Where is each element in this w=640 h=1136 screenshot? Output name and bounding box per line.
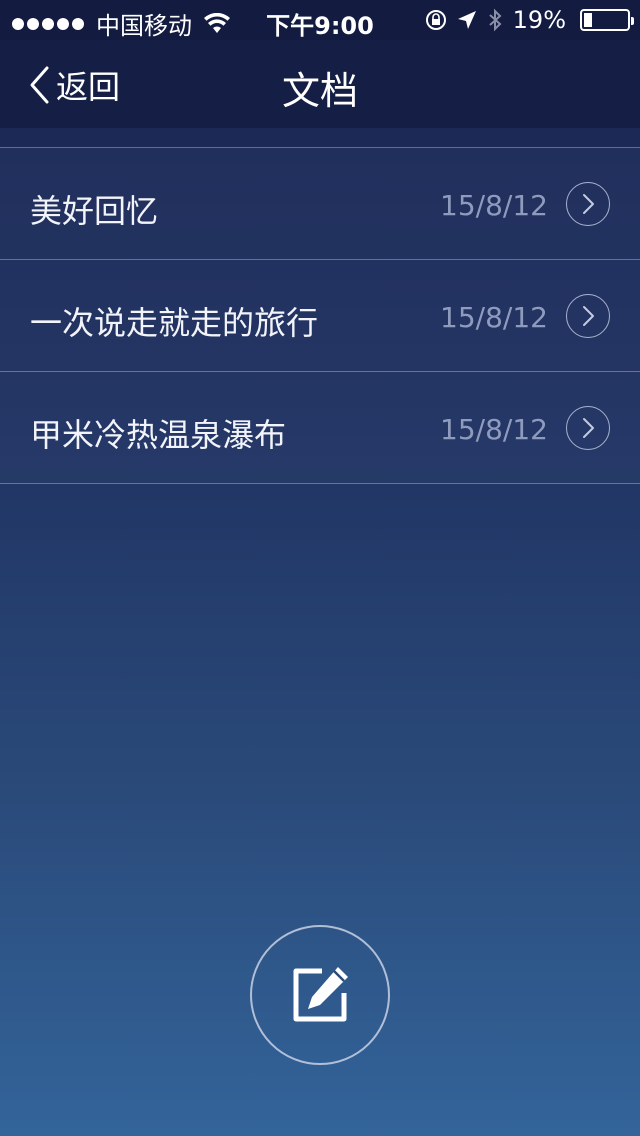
navigation-bar: 返回 文档 bbox=[0, 40, 640, 128]
location-icon bbox=[457, 11, 476, 29]
document-list: 美好回忆 15/8/12 一次说走就走的旅行 15/8/12 甲米冷热温泉瀑布 … bbox=[0, 147, 640, 484]
document-title: 美好回忆 bbox=[30, 192, 159, 230]
battery-icon bbox=[580, 9, 634, 31]
list-item[interactable]: 一次说走就走的旅行 15/8/12 bbox=[0, 260, 640, 372]
orientation-lock-icon bbox=[425, 10, 446, 30]
page-title: 文档 bbox=[281, 69, 358, 113]
status-bar: 中国移动 下午9:00 19% bbox=[0, 0, 640, 40]
battery-percent: 19% bbox=[512, 6, 566, 34]
compose-button[interactable] bbox=[250, 925, 390, 1065]
chevron-right-icon[interactable] bbox=[566, 182, 610, 226]
document-title: 一次说走就走的旅行 bbox=[30, 304, 319, 342]
chevron-right-icon[interactable] bbox=[566, 294, 610, 338]
bluetooth-icon bbox=[488, 8, 502, 32]
list-item[interactable]: 美好回忆 15/8/12 bbox=[0, 148, 640, 260]
compose-icon bbox=[293, 967, 348, 1022]
battery-fill bbox=[584, 13, 592, 27]
chevron-right-icon[interactable] bbox=[566, 406, 610, 450]
document-date: 15/8/12 bbox=[440, 301, 548, 334]
document-date: 15/8/12 bbox=[440, 189, 548, 222]
document-date: 15/8/12 bbox=[440, 413, 548, 446]
list-item[interactable]: 甲米冷热温泉瀑布 15/8/12 bbox=[0, 372, 640, 484]
document-title: 甲米冷热温泉瀑布 bbox=[30, 416, 287, 454]
status-right: 19% bbox=[425, 6, 634, 34]
